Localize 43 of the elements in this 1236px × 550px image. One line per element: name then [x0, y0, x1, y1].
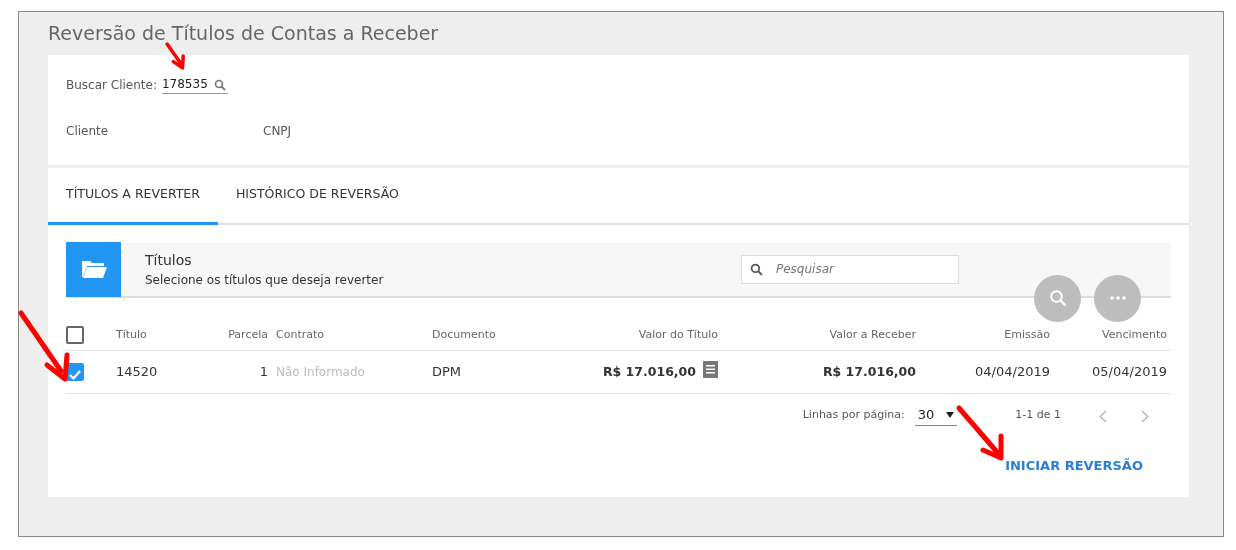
column-header: Valor a Receber — [829, 327, 916, 341]
search-field[interactable]: Pesquisar — [741, 254, 959, 284]
select-all-checkbox[interactable] — [66, 325, 84, 344]
customer-search-field[interactable]: 178535 — [161, 75, 228, 94]
rows-per-page-select[interactable]: 30 — [914, 405, 958, 426]
page-range: 1-1 de 1 — [1015, 407, 1061, 424]
column-header: Parcela — [228, 327, 268, 341]
start-reversal-button[interactable]: INICIAR REVERSÃO — [1005, 455, 1143, 475]
rows-per-page-label: Linhas por página: — [802, 407, 905, 424]
column-header: Documento — [432, 327, 496, 341]
table-cell: R$ 17.016,00 — [602, 363, 696, 379]
table-cell: R$ 17.016,00 — [822, 363, 916, 379]
table-cell: DPM — [432, 363, 462, 379]
search-button[interactable] — [1034, 274, 1081, 322]
table-cell: 05/04/2019 — [1092, 363, 1167, 379]
search-icon — [213, 78, 226, 91]
field-label: CNPJ — [263, 123, 292, 140]
annotation-arrow — [165, 42, 186, 70]
table-cell: 04/04/2019 — [975, 363, 1050, 379]
annotation-arrow — [955, 404, 1007, 462]
field-label: Cliente — [66, 123, 110, 140]
search-icon — [1048, 289, 1067, 308]
more-button[interactable] — [1094, 274, 1141, 322]
tab[interactable]: TÍTULOS A REVERTER — [48, 168, 218, 225]
table-cell: 14520 — [116, 363, 158, 379]
column-header: Emissão — [1004, 327, 1050, 341]
caret-icon — [946, 412, 955, 418]
tab[interactable]: HISTÓRICO DE REVERSÃO — [217, 168, 417, 225]
chevron-left-icon — [1099, 409, 1107, 423]
document-icon[interactable] — [703, 360, 718, 378]
panel-subtitle: Selecione os títulos que deseja reverter — [145, 271, 384, 289]
table-cell: Não Informado — [276, 364, 365, 379]
search-icon — [750, 262, 763, 276]
table-cell: 1 — [259, 363, 268, 379]
chevron-right-icon — [1141, 409, 1149, 423]
page-title: Reversão de Títulos de Contas a Receber — [48, 21, 440, 46]
search-label: Buscar Cliente: — [66, 76, 157, 94]
column-header: Contrato — [276, 327, 324, 341]
column-header: Vencimento — [1102, 327, 1167, 341]
column-header: Título — [116, 327, 147, 341]
more-icon — [1109, 296, 1126, 301]
panel-title: Títulos — [145, 250, 193, 270]
column-header: Valor do Título — [638, 327, 718, 341]
